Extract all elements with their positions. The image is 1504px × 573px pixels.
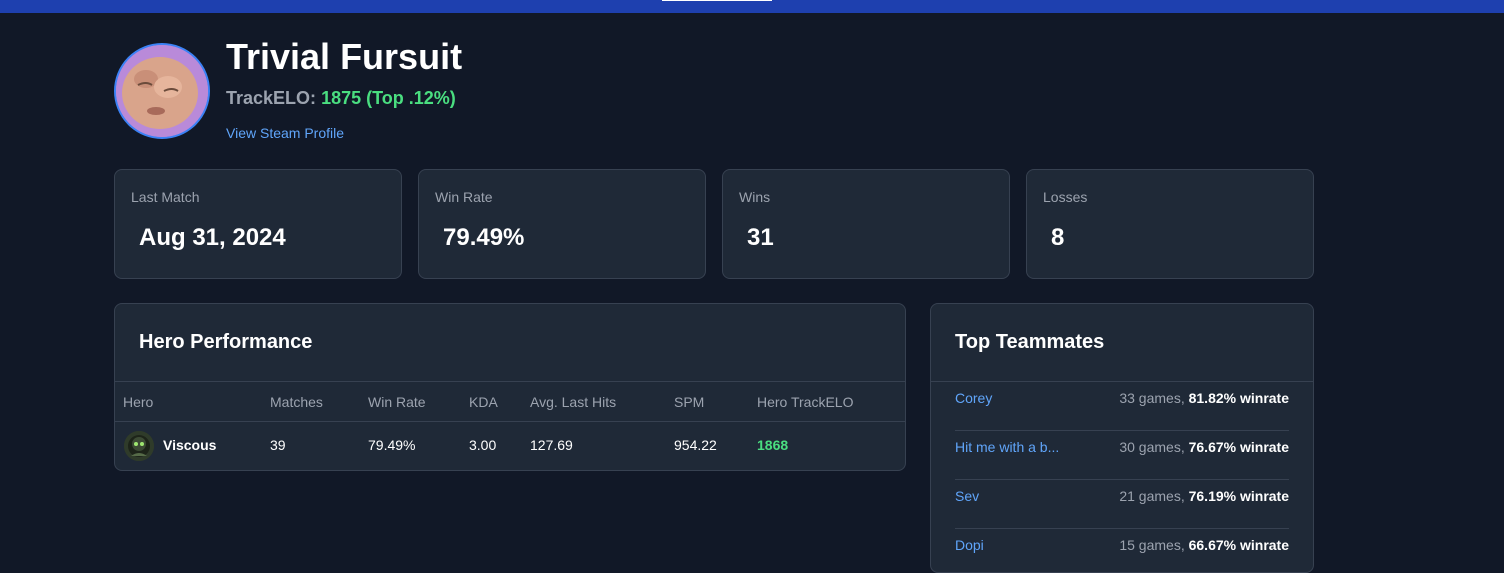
column-header-kda[interactable]: KDA [469, 394, 498, 410]
player-avatar [114, 43, 210, 139]
top-nav-link[interactable] [662, 0, 772, 1]
table-row[interactable]: Viscous 39 79.49% 3.00 127.69 954.22 186… [115, 422, 905, 470]
hero-spm: 954.22 [674, 437, 717, 453]
hero-kda: 3.00 [469, 437, 497, 453]
teammate-stats: 15 games, 66.67% winrate [1119, 537, 1289, 553]
hero-table-header: Hero Matches Win Rate KDA Avg. Last Hits… [115, 381, 905, 422]
hero-matches: 39 [270, 437, 286, 453]
stat-card-losses: Losses 8 [1026, 169, 1314, 279]
teammate-row: Dopi 15 games, 66.67% winrate [955, 529, 1289, 572]
track-elo-value: 1875 (Top .12%) [321, 88, 456, 108]
teammate-name-link[interactable]: Hit me with a b... [955, 439, 1059, 455]
teammate-stats: 21 games, 76.19% winrate [1119, 488, 1289, 504]
stat-value: 31 [747, 224, 774, 251]
stat-label: Last Match [131, 189, 200, 205]
stat-card-last-match: Last Match Aug 31, 2024 [114, 169, 402, 279]
teammate-name-link[interactable]: Sev [955, 488, 979, 504]
track-elo-label: TrackELO: [226, 88, 317, 108]
stat-card-win-rate: Win Rate 79.49% [418, 169, 706, 279]
hero-avg-last-hits: 127.69 [530, 437, 573, 453]
teammate-games: 21 games, [1119, 488, 1185, 504]
teammate-row: Sev 21 games, 76.19% winrate [955, 480, 1289, 529]
stat-label: Losses [1043, 189, 1088, 205]
teammate-winrate: 81.82% winrate [1188, 390, 1289, 406]
column-header-hero[interactable]: Hero [123, 394, 153, 410]
top-teammates-panel: Top Teammates Corey 33 games, 81.82% win… [930, 303, 1314, 573]
stat-card-wins: Wins 31 [722, 169, 1010, 279]
teammate-games: 33 games, [1119, 390, 1185, 406]
stat-label: Win Rate [435, 189, 493, 205]
viscous-hero-icon [124, 431, 154, 461]
column-header-hero-trackelo[interactable]: Hero TrackELO [757, 394, 853, 410]
teammate-row: Hit me with a b... 30 games, 76.67% winr… [955, 431, 1289, 480]
teammate-games: 15 games, [1119, 537, 1185, 553]
hero-trackelo: 1868 [757, 437, 789, 453]
stat-value: 8 [1051, 224, 1065, 251]
teammate-winrate: 76.67% winrate [1188, 439, 1289, 455]
stat-value: Aug 31, 2024 [139, 224, 286, 251]
column-header-avg-last-hits[interactable]: Avg. Last Hits [530, 394, 616, 410]
hero-performance-title: Hero Performance [139, 331, 313, 353]
teammate-stats: 33 games, 81.82% winrate [1119, 390, 1289, 406]
column-header-matches[interactable]: Matches [270, 394, 323, 410]
top-teammates-title: Top Teammates [955, 331, 1105, 353]
view-steam-profile-link[interactable]: View Steam Profile [226, 125, 344, 141]
hero-win-rate: 79.49% [368, 437, 416, 453]
stat-value: 79.49% [443, 224, 525, 251]
teammate-row: Corey 33 games, 81.82% winrate [955, 382, 1289, 431]
teammate-games: 30 games, [1119, 439, 1185, 455]
hero-performance-panel: Hero Performance Hero Matches Win Rate K… [114, 303, 906, 471]
teammate-name-link[interactable]: Corey [955, 390, 992, 406]
teammate-winrate: 66.67% winrate [1188, 537, 1289, 553]
teammate-stats: 30 games, 76.67% winrate [1119, 439, 1289, 455]
track-elo: TrackELO: 1875 (Top .12%) [226, 88, 456, 109]
player-name: Trivial Fursuit [226, 36, 463, 77]
column-header-win-rate[interactable]: Win Rate [368, 394, 426, 410]
top-nav-bar [0, 0, 1504, 13]
hero-name: Viscous [163, 437, 217, 453]
column-header-spm[interactable]: SPM [674, 394, 704, 410]
teammate-winrate: 76.19% winrate [1188, 488, 1289, 504]
teammate-name-link[interactable]: Dopi [955, 537, 984, 553]
stat-label: Wins [739, 189, 771, 205]
